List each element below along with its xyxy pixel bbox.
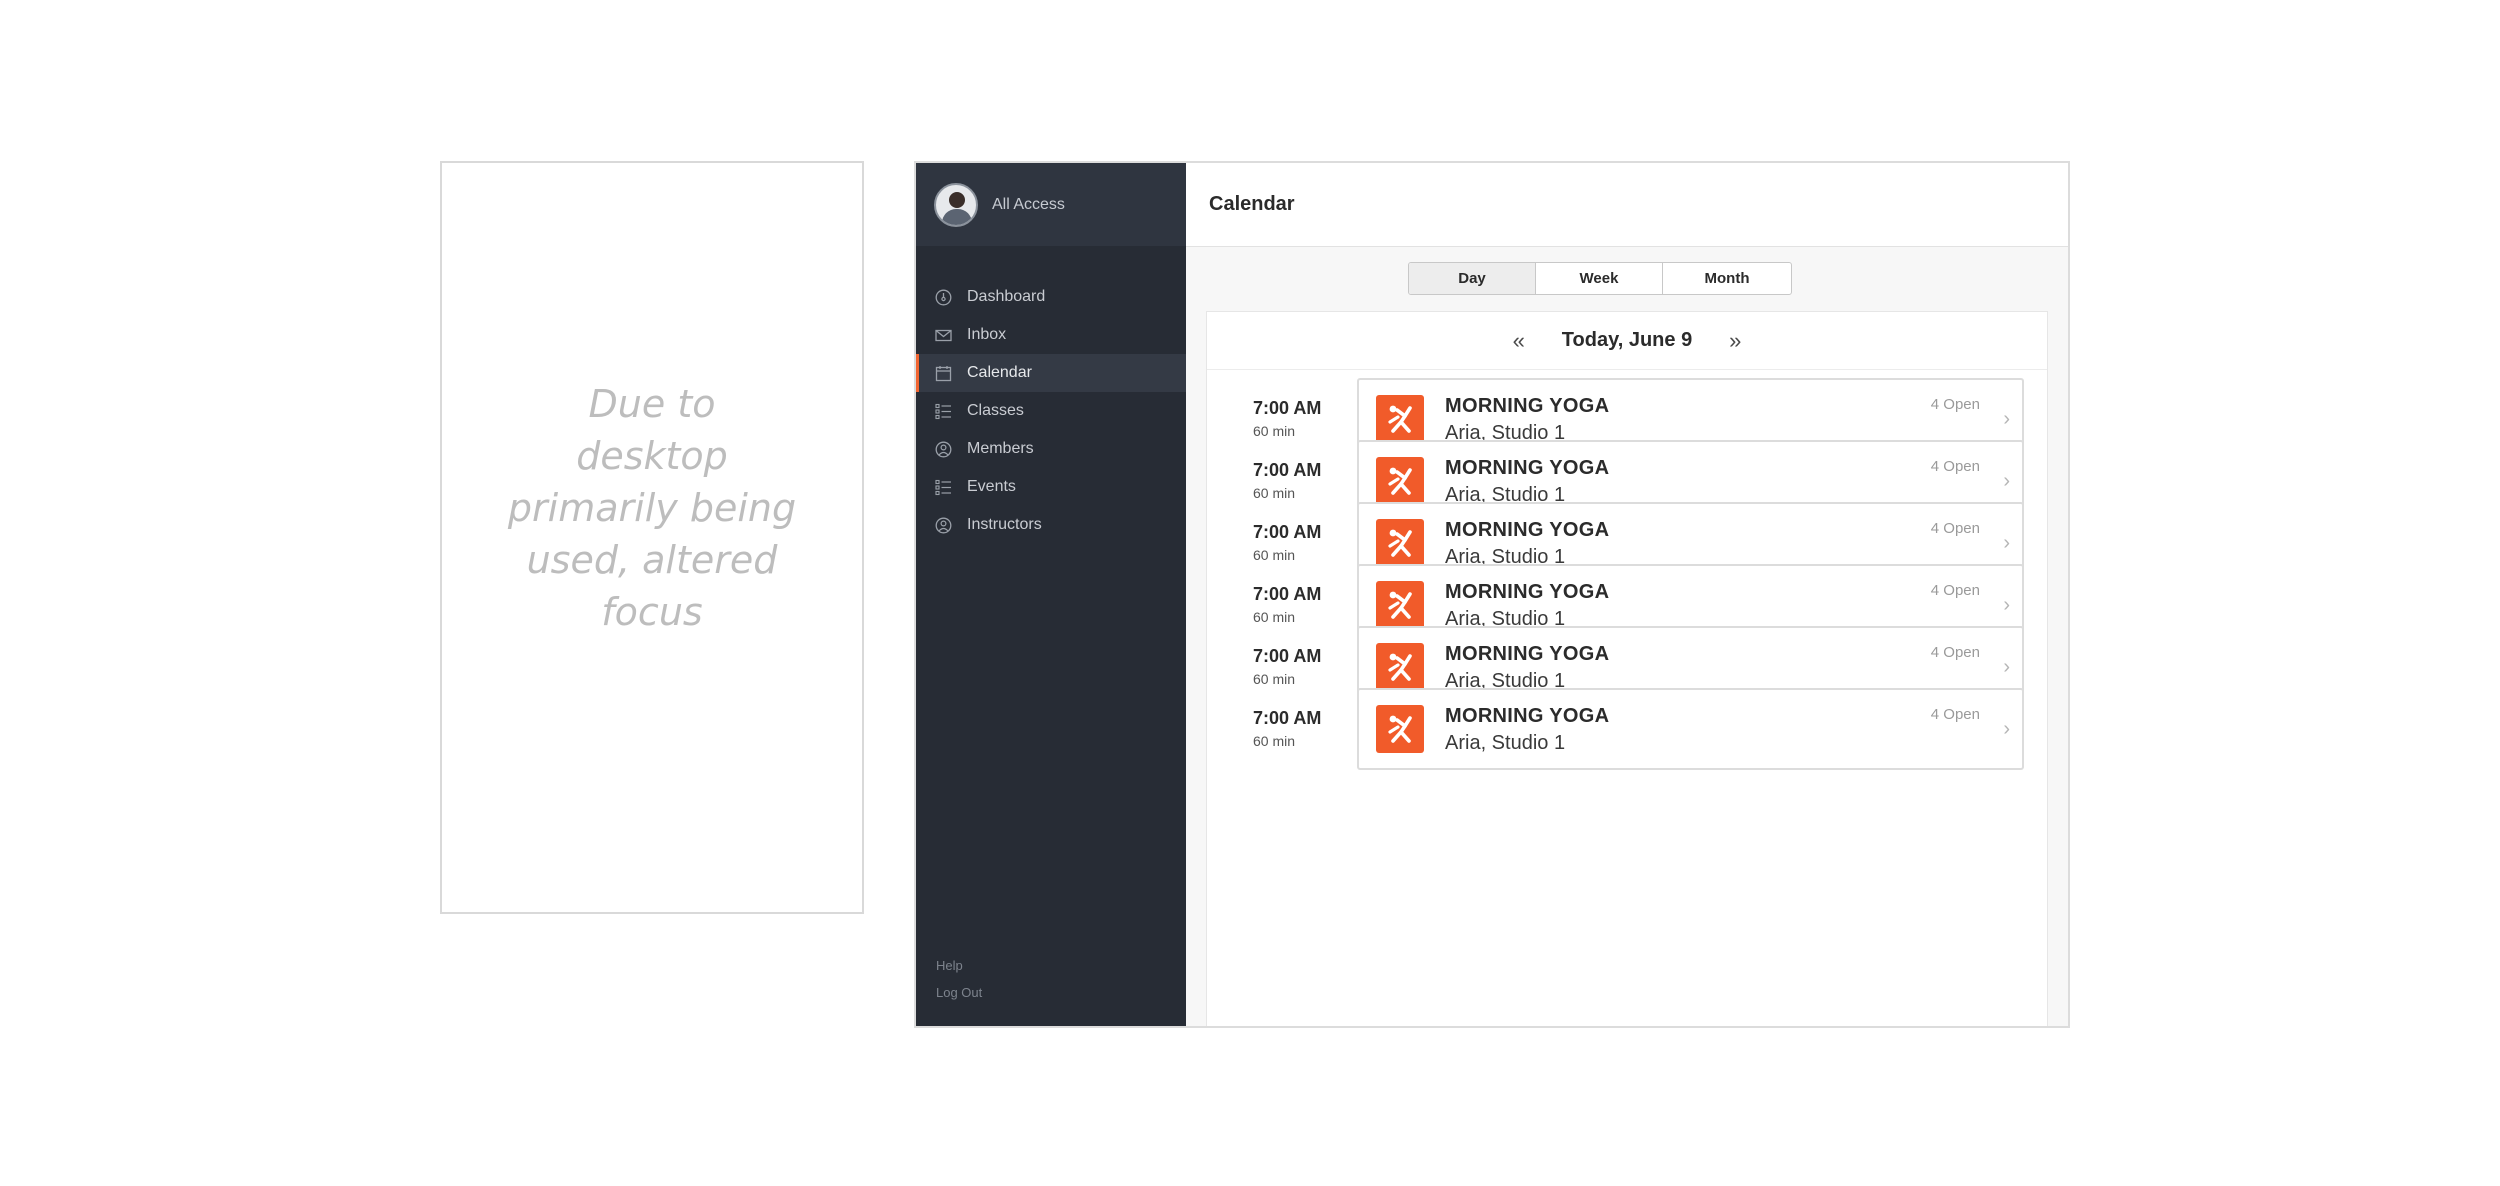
- logout-link[interactable]: Log Out: [936, 979, 982, 1006]
- avatar[interactable]: [934, 182, 978, 227]
- mail-icon: [935, 327, 952, 344]
- mobile-placeholder-note: Due to desktop primarily being used, alt…: [507, 381, 797, 634]
- tab-day[interactable]: Day: [1409, 263, 1536, 294]
- class-row: 7:00 AM 60 min MORNING YOGA Aria, Studio…: [1207, 688, 2047, 772]
- double-chevron-left-icon[interactable]: «: [1502, 328, 1536, 354]
- sidebar-item-label: Dashboard: [967, 288, 1046, 305]
- class-time: 7:00 AM: [1253, 398, 1322, 418]
- sidebar-item-label: Classes: [967, 402, 1024, 419]
- open-spots: 4 Open: [1930, 396, 1980, 413]
- class-card[interactable]: MORNING YOGA Aria, Studio 1 4 Open ›: [1357, 688, 2024, 770]
- yoga-pose-icon: [1376, 395, 1424, 443]
- sidebar-item-dashboard[interactable]: Dashboard: [916, 278, 1186, 316]
- chevron-right-icon: ›: [2003, 718, 2010, 740]
- open-spots: 4 Open: [1930, 582, 1980, 599]
- schedule-panel: « Today, June 9 » 7:00 AM 60 min MORNING…: [1206, 311, 2048, 1026]
- help-link[interactable]: Help: [936, 952, 982, 979]
- tab-week[interactable]: Week: [1536, 263, 1663, 294]
- sidebar-item-label: Members: [967, 440, 1034, 457]
- sidebar: All Access Dashboard Inbox Calendar Clas…: [916, 163, 1186, 1026]
- class-time: 7:00 AM: [1253, 460, 1322, 480]
- sidebar-item-events[interactable]: Events: [916, 468, 1186, 506]
- time-block: 7:00 AM 60 min: [1253, 584, 1321, 625]
- date-navigator: « Today, June 9 »: [1207, 312, 2047, 370]
- profile-header[interactable]: All Access: [916, 163, 1186, 246]
- tab-month[interactable]: Month: [1663, 263, 1791, 294]
- class-time: 7:00 AM: [1253, 584, 1322, 604]
- time-block: 7:00 AM 60 min: [1253, 646, 1321, 687]
- chevron-right-icon: ›: [2003, 594, 2010, 616]
- class-duration: 60 min: [1253, 423, 1296, 439]
- class-duration: 60 min: [1253, 547, 1296, 563]
- time-block: 7:00 AM 60 min: [1253, 398, 1321, 439]
- list-icon: [935, 403, 952, 420]
- dashboard-icon: [935, 289, 952, 306]
- class-name: MORNING YOGA: [1445, 643, 1610, 665]
- open-spots: 4 Open: [1930, 520, 1980, 537]
- sidebar-item-label: Inbox: [967, 326, 1007, 343]
- class-time: 7:00 AM: [1253, 646, 1322, 666]
- sidebar-item-members[interactable]: Members: [916, 430, 1186, 468]
- sidebar-item-label: Instructors: [967, 516, 1042, 533]
- view-switcher: Day Week Month: [1408, 262, 1792, 295]
- sidebar-item-label: Events: [967, 478, 1016, 495]
- main-content: Calendar Day Week Month « Today, June 9 …: [1186, 163, 2068, 1026]
- yoga-pose-icon: [1376, 705, 1424, 753]
- chevron-right-icon: ›: [2003, 532, 2010, 554]
- sidebar-item-label: Calendar: [967, 364, 1032, 381]
- open-spots: 4 Open: [1930, 706, 1980, 723]
- page-title: Calendar: [1209, 193, 1295, 215]
- chevron-right-icon: ›: [2003, 656, 2010, 678]
- yoga-pose-icon: [1376, 457, 1424, 505]
- user-circle-icon: [935, 441, 952, 458]
- class-name: MORNING YOGA: [1445, 395, 1610, 417]
- yoga-pose-icon: [1376, 519, 1424, 567]
- top-bar: Calendar: [1186, 163, 2068, 247]
- sidebar-nav: Dashboard Inbox Calendar Classes Members…: [916, 278, 1186, 544]
- current-date: Today, June 9: [1561, 329, 1693, 351]
- sidebar-item-calendar[interactable]: Calendar: [916, 354, 1186, 392]
- sidebar-item-classes[interactable]: Classes: [916, 392, 1186, 430]
- open-spots: 4 Open: [1930, 644, 1980, 661]
- class-name: MORNING YOGA: [1445, 581, 1610, 603]
- class-time: 7:00 AM: [1253, 708, 1322, 728]
- class-location: Aria, Studio 1: [1445, 732, 1566, 754]
- time-block: 7:00 AM 60 min: [1253, 522, 1321, 563]
- yoga-pose-icon: [1376, 581, 1424, 629]
- app-window: All Access Dashboard Inbox Calendar Clas…: [914, 161, 2070, 1028]
- class-duration: 60 min: [1253, 485, 1296, 501]
- sidebar-item-instructors[interactable]: Instructors: [916, 506, 1186, 544]
- list-icon: [935, 479, 952, 496]
- class-duration: 60 min: [1253, 671, 1296, 687]
- profile-label: All Access: [992, 195, 1065, 213]
- yoga-pose-icon: [1376, 643, 1424, 691]
- class-time: 7:00 AM: [1253, 522, 1322, 542]
- double-chevron-right-icon[interactable]: »: [1718, 328, 1752, 354]
- open-spots: 4 Open: [1930, 458, 1980, 475]
- user-circle-icon: [935, 517, 952, 534]
- sidebar-footer: Help Log Out: [936, 952, 982, 1006]
- calendar-icon: [935, 365, 952, 382]
- class-name: MORNING YOGA: [1445, 705, 1610, 727]
- time-block: 7:00 AM 60 min: [1253, 708, 1321, 749]
- class-name: MORNING YOGA: [1445, 519, 1610, 541]
- class-duration: 60 min: [1253, 609, 1296, 625]
- chevron-right-icon: ›: [2003, 408, 2010, 430]
- sidebar-item-inbox[interactable]: Inbox: [916, 316, 1186, 354]
- class-name: MORNING YOGA: [1445, 457, 1610, 479]
- chevron-right-icon: ›: [2003, 470, 2010, 492]
- class-duration: 60 min: [1253, 733, 1296, 749]
- time-block: 7:00 AM 60 min: [1253, 460, 1321, 501]
- mobile-placeholder-frame: Due to desktop primarily being used, alt…: [440, 161, 864, 914]
